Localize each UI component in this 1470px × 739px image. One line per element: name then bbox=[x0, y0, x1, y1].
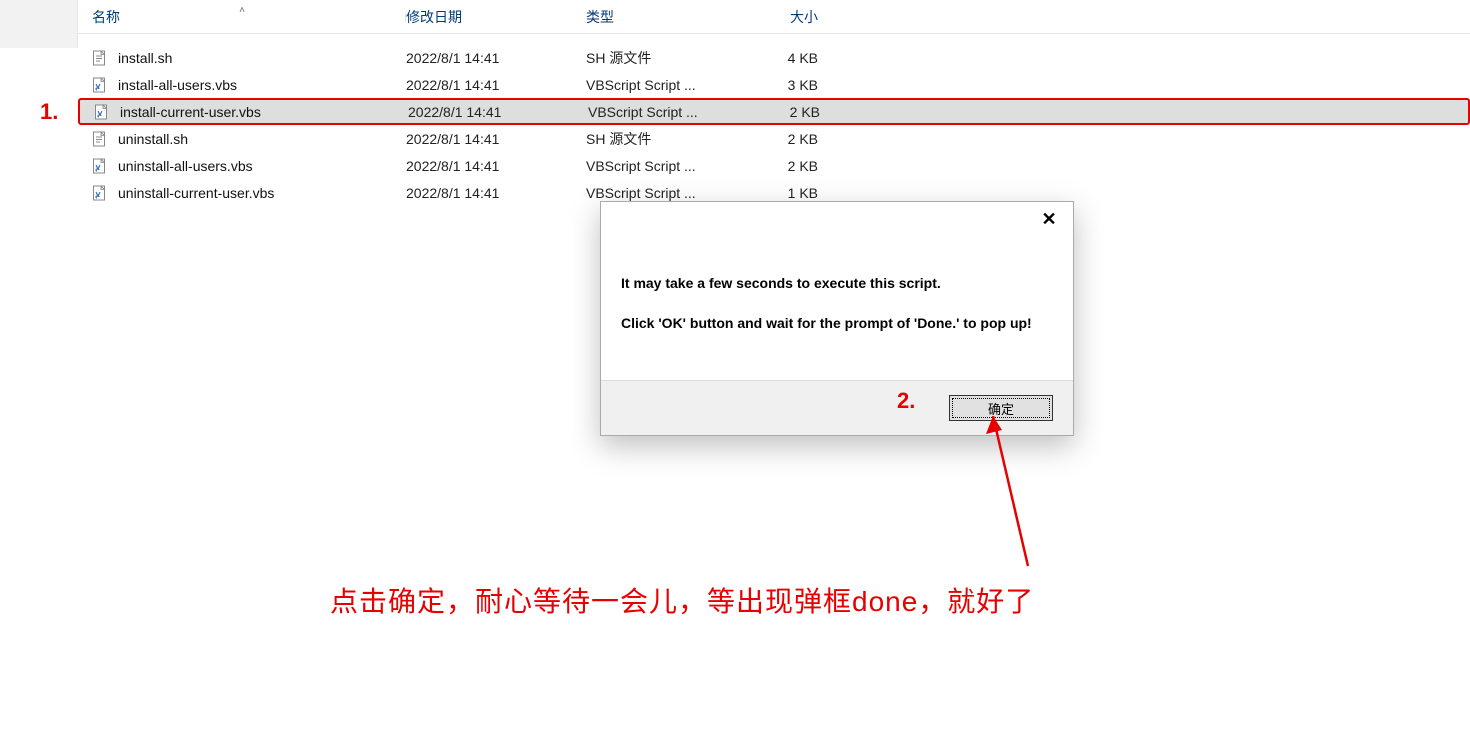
vbscript-file-icon bbox=[92, 185, 108, 201]
dialog-body: ✕ It may take a few seconds to execute t… bbox=[601, 202, 1073, 380]
sidebar-stub bbox=[0, 0, 78, 48]
cell-type: VBScript Script ... bbox=[586, 185, 742, 201]
header-type[interactable]: 类型 bbox=[586, 7, 742, 27]
header-date[interactable]: 修改日期 bbox=[406, 7, 586, 27]
file-row[interactable]: install.sh 2022/8/1 14:41SH 源文件4 KB bbox=[78, 44, 1470, 71]
file-name: uninstall.sh bbox=[118, 131, 188, 147]
file-row[interactable]: uninstall-all-users.vbs 2022/8/1 14:41VBS… bbox=[78, 152, 1470, 179]
sh-file-icon bbox=[92, 131, 108, 147]
file-name: uninstall-all-users.vbs bbox=[118, 158, 253, 174]
file-name: uninstall-current-user.vbs bbox=[118, 185, 274, 201]
header-name[interactable]: ˄ 名称 bbox=[78, 7, 406, 27]
vbscript-file-icon bbox=[94, 104, 110, 120]
cell-date: 2022/8/1 14:41 bbox=[406, 131, 586, 147]
header-name-label: 名称 bbox=[92, 9, 120, 25]
file-row[interactable]: install-current-user.vbs 2022/8/1 14:41VB… bbox=[78, 98, 1470, 125]
cell-type: SH 源文件 bbox=[586, 48, 742, 68]
cell-name: uninstall.sh bbox=[78, 131, 406, 147]
cell-type: VBScript Script ... bbox=[586, 77, 742, 93]
file-name: install-all-users.vbs bbox=[118, 77, 237, 93]
cell-date: 2022/8/1 14:41 bbox=[408, 104, 588, 120]
header-separator bbox=[405, 13, 406, 21]
vbscript-file-icon bbox=[92, 158, 108, 174]
cell-date: 2022/8/1 14:41 bbox=[406, 50, 586, 66]
annotation-step-2: 2. bbox=[897, 388, 915, 414]
dialog-footer: 确定 bbox=[601, 380, 1073, 435]
file-row[interactable]: install-all-users.vbs 2022/8/1 14:41VBScr… bbox=[78, 71, 1470, 98]
cell-name: uninstall-current-user.vbs bbox=[78, 185, 406, 201]
sh-file-icon bbox=[92, 50, 108, 66]
vbscript-file-icon bbox=[92, 77, 108, 93]
file-row[interactable]: uninstall.sh 2022/8/1 14:41SH 源文件2 KB bbox=[78, 125, 1470, 152]
cell-size: 2 KB bbox=[744, 104, 834, 120]
dialog-text-1: It may take a few seconds to execute thi… bbox=[621, 274, 1053, 292]
header-type-label: 类型 bbox=[586, 9, 614, 25]
column-headers: ˄ 名称 修改日期 类型 大小 bbox=[78, 0, 1470, 34]
close-icon[interactable]: ✕ bbox=[1031, 206, 1067, 234]
cell-size: 2 KB bbox=[742, 158, 832, 174]
header-size[interactable]: 大小 bbox=[742, 7, 832, 27]
cell-type: VBScript Script ... bbox=[586, 158, 742, 174]
sort-ascending-icon: ˄ bbox=[239, 5, 245, 16]
cell-type: VBScript Script ... bbox=[588, 104, 744, 120]
cell-type: SH 源文件 bbox=[586, 129, 742, 149]
cell-size: 3 KB bbox=[742, 77, 832, 93]
cell-name: uninstall-all-users.vbs bbox=[78, 158, 406, 174]
annotation-caption: 点击确定，耐心等待一会儿，等出现弹框done，就好了 bbox=[330, 580, 1034, 620]
cell-name: install-all-users.vbs bbox=[78, 77, 406, 93]
file-name: install.sh bbox=[118, 50, 172, 66]
cell-date: 2022/8/1 14:41 bbox=[406, 158, 586, 174]
dialog-text-2: Click 'OK' button and wait for the promp… bbox=[621, 314, 1053, 332]
file-rows: install.sh2022/8/1 14:41SH 源文件4 KBinstal… bbox=[78, 44, 1470, 206]
file-list: ˄ 名称 修改日期 类型 大小 install.sh 2022/8/1 14:41… bbox=[78, 0, 1470, 206]
ok-button[interactable]: 确定 bbox=[949, 395, 1053, 421]
annotation-step-1: 1. bbox=[40, 99, 58, 125]
message-dialog: ✕ It may take a few seconds to execute t… bbox=[600, 201, 1074, 436]
cell-size: 4 KB bbox=[742, 50, 832, 66]
header-date-label: 修改日期 bbox=[406, 9, 462, 25]
cell-name: install-current-user.vbs bbox=[80, 104, 408, 120]
cell-size: 2 KB bbox=[742, 131, 832, 147]
cell-name: install.sh bbox=[78, 50, 406, 66]
annotation-arrow bbox=[968, 416, 1048, 576]
cell-size: 1 KB bbox=[742, 185, 832, 201]
header-size-label: 大小 bbox=[790, 9, 818, 25]
cell-date: 2022/8/1 14:41 bbox=[406, 185, 586, 201]
cell-date: 2022/8/1 14:41 bbox=[406, 77, 586, 93]
file-name: install-current-user.vbs bbox=[120, 104, 261, 120]
